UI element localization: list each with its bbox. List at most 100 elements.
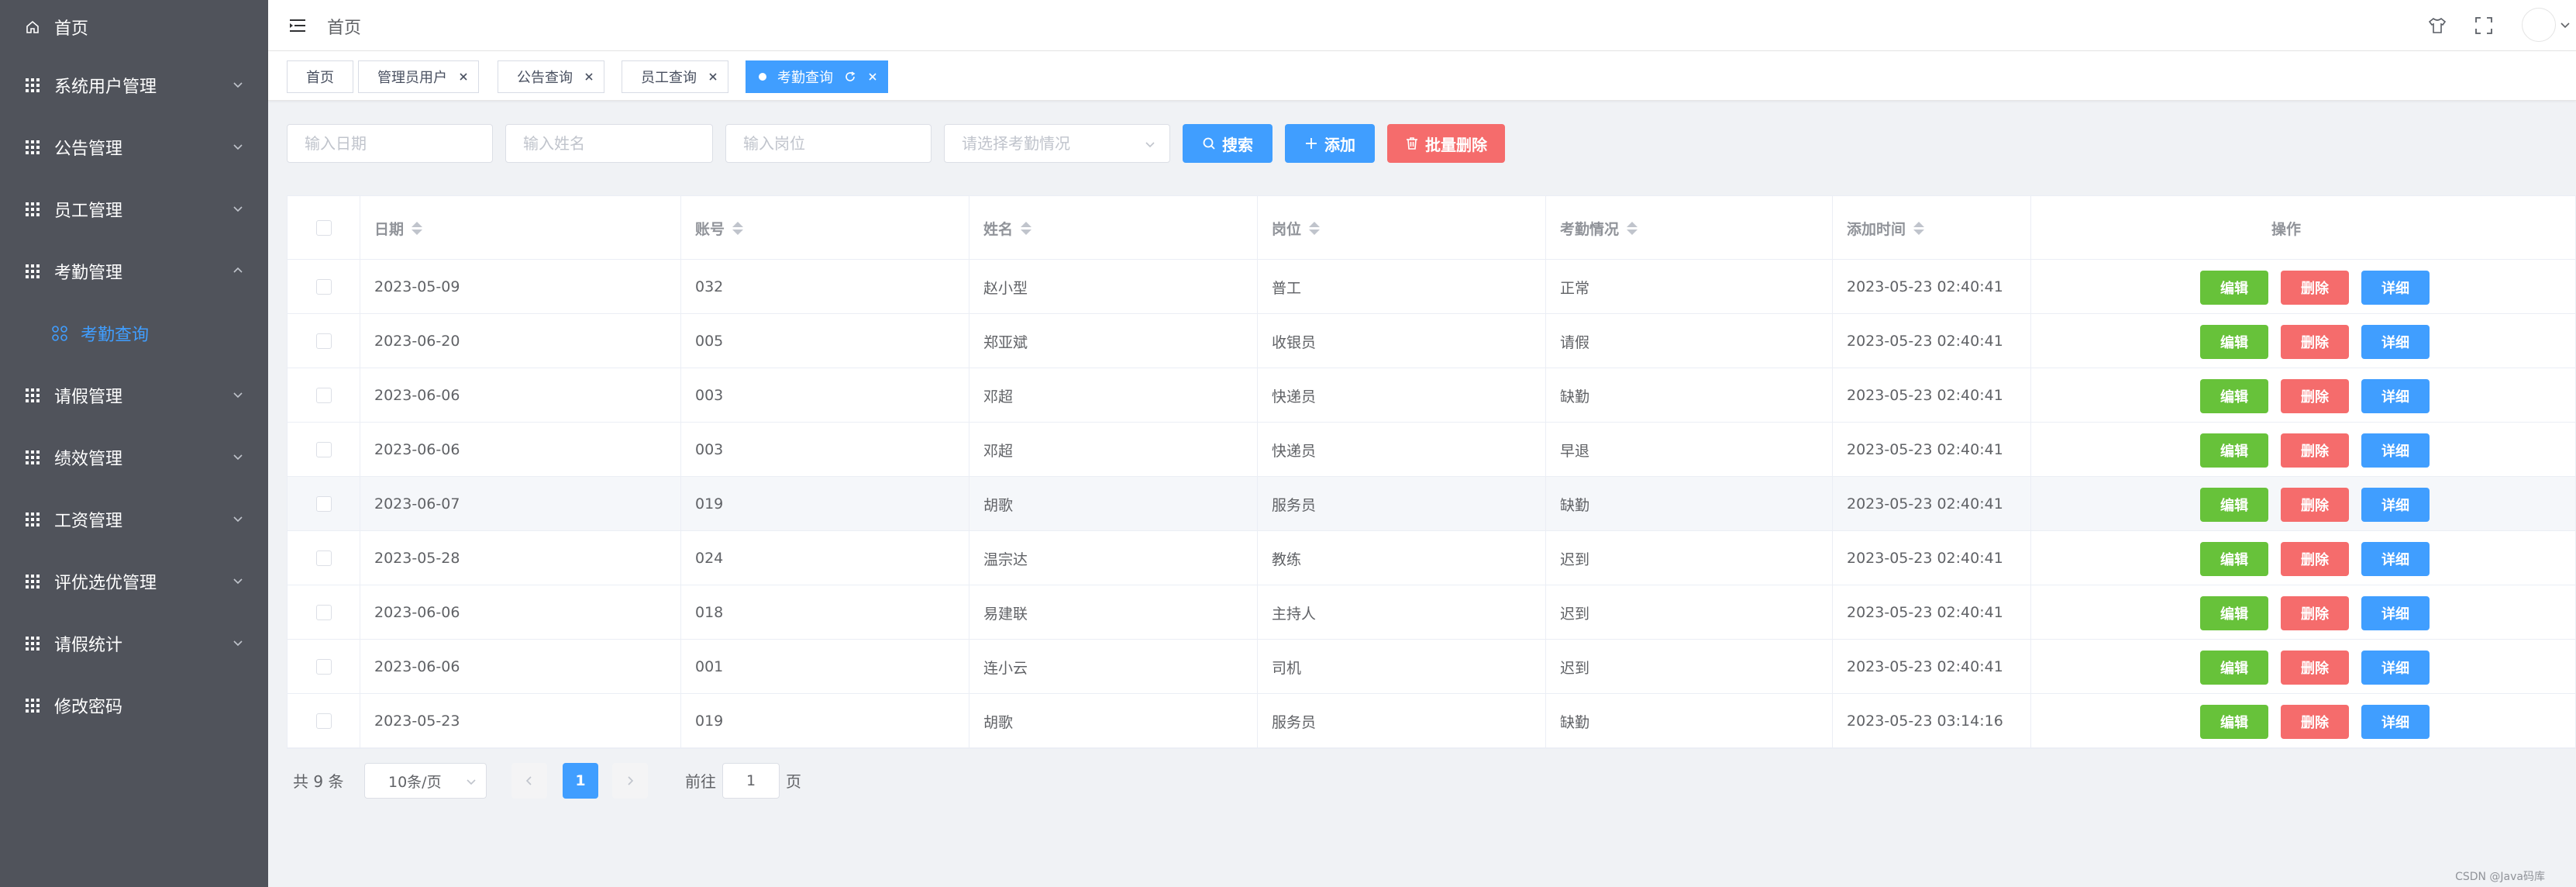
sidebar-item-employees[interactable]: 员工管理 <box>0 178 268 240</box>
edit-button[interactable]: 编辑 <box>2200 542 2268 576</box>
tag-admin-users[interactable]: 管理员用户 <box>358 60 479 93</box>
fullscreen-icon[interactable] <box>2474 16 2494 36</box>
post-input-field[interactable] <box>743 134 931 153</box>
detail-button[interactable]: 详细 <box>2361 705 2430 739</box>
tag-employee-query[interactable]: 员工查询 <box>622 60 728 93</box>
sort-icon[interactable] <box>1309 221 1321 235</box>
table-row[interactable]: 2023-05-28 024 温宗达 教练 迟到 2023-05-23 02:40:41 编… <box>288 531 2575 585</box>
sidebar-item-system-users[interactable]: 系统用户管理 <box>0 54 268 116</box>
row-checkbox[interactable] <box>315 713 332 729</box>
row-checkbox[interactable] <box>315 550 332 566</box>
table-row[interactable]: 2023-06-07 019 胡歌 服务员 缺勤 2023-05-23 02:40:41 编… <box>288 477 2575 531</box>
column-header-status[interactable]: 考勤情况 <box>1546 196 1833 260</box>
sidebar-item-attendance-query[interactable]: 考勤查询 <box>0 302 268 364</box>
sort-icon[interactable] <box>412 221 423 235</box>
detail-button[interactable]: 详细 <box>2361 651 2430 685</box>
column-header-name[interactable]: 姓名 <box>969 196 1258 260</box>
detail-button[interactable]: 详细 <box>2361 379 2430 413</box>
detail-button[interactable]: 详细 <box>2361 542 2430 576</box>
row-checkbox[interactable] <box>315 605 332 620</box>
sidebar-item-notices[interactable]: 公告管理 <box>0 116 268 178</box>
row-checkbox[interactable] <box>315 279 332 295</box>
sidebar-item-leave[interactable]: 请假管理 <box>0 364 268 426</box>
delete-button[interactable]: 删除 <box>2281 379 2349 413</box>
skin-icon[interactable] <box>2427 16 2447 36</box>
select-all-checkbox[interactable] <box>315 220 332 236</box>
delete-button[interactable]: 删除 <box>2281 651 2349 685</box>
refresh-icon[interactable] <box>844 71 856 83</box>
name-input[interactable] <box>505 124 713 163</box>
detail-button[interactable]: 详细 <box>2361 433 2430 468</box>
next-page-button[interactable] <box>612 763 648 799</box>
attendance-status-field[interactable] <box>962 134 1169 153</box>
sort-icon[interactable] <box>1913 221 1925 235</box>
column-header-date[interactable]: 日期 <box>360 196 681 260</box>
close-icon[interactable] <box>708 71 718 82</box>
breadcrumb[interactable]: 首页 <box>327 14 361 39</box>
close-icon[interactable] <box>458 71 469 82</box>
page-number-button[interactable]: 1 <box>563 763 598 799</box>
detail-button[interactable]: 详细 <box>2361 488 2430 522</box>
row-checkbox[interactable] <box>315 659 332 675</box>
goto-page-input[interactable]: 1 <box>722 763 780 799</box>
delete-button[interactable]: 删除 <box>2281 596 2349 630</box>
search-button[interactable]: 搜索 <box>1183 124 1273 163</box>
detail-button[interactable]: 详细 <box>2361 325 2430 359</box>
edit-button[interactable]: 编辑 <box>2200 325 2268 359</box>
add-button[interactable]: 添加 <box>1285 124 1375 163</box>
sidebar-item-home[interactable]: 首页 <box>0 0 268 54</box>
page-size-select[interactable]: 10条/页 <box>364 763 487 799</box>
sidebar-item-awards[interactable]: 评优选优管理 <box>0 550 268 613</box>
edit-button[interactable]: 编辑 <box>2200 596 2268 630</box>
column-header-account[interactable]: 账号 <box>681 196 969 260</box>
close-icon[interactable] <box>867 71 878 82</box>
name-input-field[interactable] <box>523 134 712 153</box>
row-checkbox[interactable] <box>315 442 332 457</box>
tag-home[interactable]: 首页 <box>287 60 353 93</box>
prev-page-button[interactable] <box>511 763 547 799</box>
table-row[interactable]: 2023-06-06 001 连小云 司机 迟到 2023-05-23 02:40:41 编… <box>288 640 2575 694</box>
edit-button[interactable]: 编辑 <box>2200 433 2268 468</box>
batch-delete-button[interactable]: 批量删除 <box>1387 124 1505 163</box>
sort-icon[interactable] <box>1021 221 1032 235</box>
sidebar-item-performance[interactable]: 绩效管理 <box>0 426 268 488</box>
edit-button[interactable]: 编辑 <box>2200 651 2268 685</box>
post-input[interactable] <box>725 124 932 163</box>
table-row[interactable]: 2023-06-06 003 邓超 快递员 早退 2023-05-23 02:40:41 编… <box>288 423 2575 477</box>
delete-button[interactable]: 删除 <box>2281 542 2349 576</box>
detail-button[interactable]: 详细 <box>2361 596 2430 630</box>
delete-button[interactable]: 删除 <box>2281 488 2349 522</box>
edit-button[interactable]: 编辑 <box>2200 488 2268 522</box>
sort-icon[interactable] <box>732 221 744 235</box>
date-input[interactable] <box>287 124 493 163</box>
attendance-status-select[interactable] <box>944 124 1170 163</box>
delete-button[interactable]: 删除 <box>2281 325 2349 359</box>
avatar[interactable] <box>2522 8 2556 42</box>
edit-button[interactable]: 编辑 <box>2200 271 2268 305</box>
menu-toggle-icon[interactable] <box>288 16 307 35</box>
tag-notice-query[interactable]: 公告查询 <box>498 60 604 93</box>
sidebar-item-attendance[interactable]: 考勤管理 <box>0 240 268 302</box>
table-row[interactable]: 2023-05-23 019 胡歌 服务员 缺勤 2023-05-23 03:14:16 编… <box>288 694 2575 748</box>
close-icon[interactable] <box>584 71 594 82</box>
delete-button[interactable]: 删除 <box>2281 271 2349 305</box>
sidebar-item-salary[interactable]: 工资管理 <box>0 488 268 550</box>
column-header-created[interactable]: 添加时间 <box>1833 196 2031 260</box>
column-header-post[interactable]: 岗位 <box>1258 196 1546 260</box>
table-row[interactable]: 2023-06-20 005 郑亚斌 收银员 请假 2023-05-23 02:40:41… <box>288 314 2575 368</box>
tag-attendance-query[interactable]: 考勤查询 <box>746 60 888 93</box>
edit-button[interactable]: 编辑 <box>2200 705 2268 739</box>
edit-button[interactable]: 编辑 <box>2200 379 2268 413</box>
sidebar-item-change-password[interactable]: 修改密码 <box>0 675 268 737</box>
sidebar-item-leave-stats[interactable]: 请假统计 <box>0 613 268 675</box>
row-checkbox[interactable] <box>315 388 332 403</box>
row-checkbox[interactable] <box>315 333 332 349</box>
sort-icon[interactable] <box>1627 221 1638 235</box>
detail-button[interactable]: 详细 <box>2361 271 2430 305</box>
delete-button[interactable]: 删除 <box>2281 705 2349 739</box>
delete-button[interactable]: 删除 <box>2281 433 2349 468</box>
table-row[interactable]: 2023-06-06 003 邓超 快递员 缺勤 2023-05-23 02:40:41 编… <box>288 368 2575 423</box>
row-checkbox[interactable] <box>315 496 332 512</box>
date-input-field[interactable] <box>305 134 492 153</box>
table-row[interactable]: 2023-06-06 018 易建联 主持人 迟到 2023-05-23 02:40:41… <box>288 585 2575 640</box>
